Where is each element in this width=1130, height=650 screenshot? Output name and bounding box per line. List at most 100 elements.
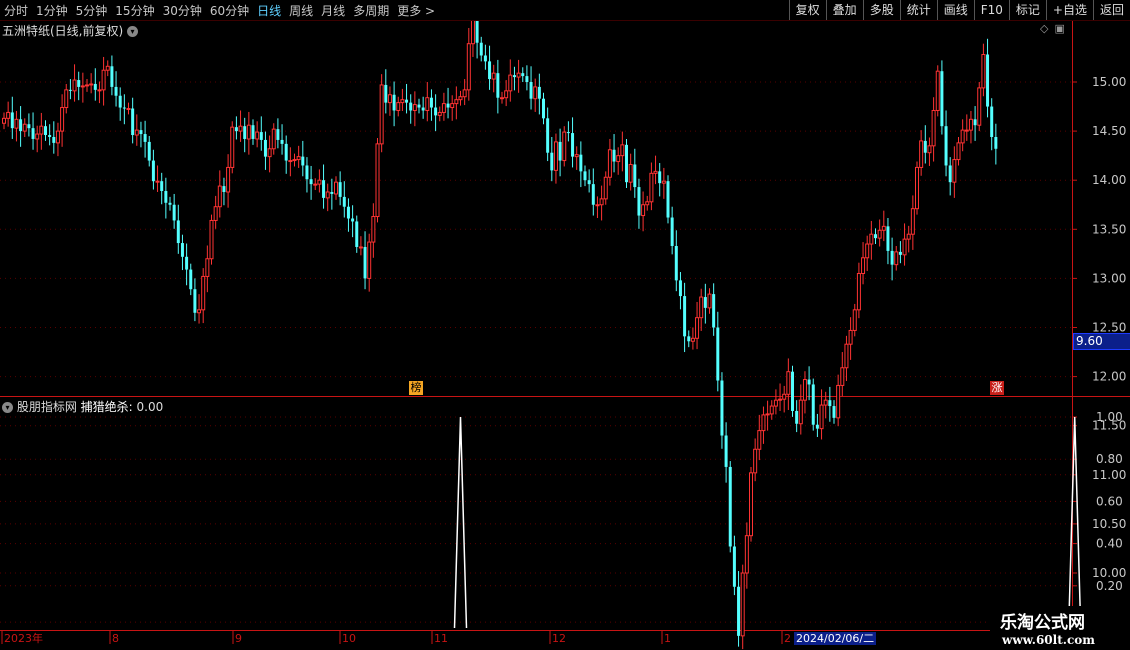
candle-body	[180, 243, 184, 257]
candle-body	[952, 159, 957, 183]
candle-body	[898, 251, 902, 255]
candle-body	[19, 119, 23, 132]
candle-body	[68, 89, 72, 91]
candle-body	[587, 180, 591, 185]
candle-body	[52, 136, 56, 143]
period-tab-1[interactable]: 1分钟	[32, 2, 72, 19]
stock-title: 五洲特纸(日线,前复权)	[2, 24, 124, 38]
chevron-down-icon[interactable]: ▾	[2, 402, 13, 413]
candle-body	[6, 111, 11, 119]
candle-body	[625, 144, 628, 183]
period-tab-3[interactable]: 15分钟	[111, 2, 158, 19]
toolbar-button-1[interactable]: 叠加	[825, 0, 863, 20]
candle-body	[441, 103, 446, 113]
candle-body	[807, 379, 811, 385]
indicator-value: 0.00	[136, 400, 164, 414]
candle-body	[765, 413, 770, 416]
candle-body	[653, 170, 658, 174]
period-tab-4[interactable]: 30分钟	[159, 2, 206, 19]
indicator-tick-label: 1.00	[1096, 410, 1123, 424]
diamond-icon[interactable]: ◇	[1040, 22, 1048, 35]
rise-badge[interactable]: 涨	[990, 381, 1004, 395]
candle-body	[595, 204, 600, 207]
toolbar-button-8[interactable]: 返回	[1092, 0, 1130, 20]
indicator-source: 股朋指标网	[16, 400, 77, 414]
period-tab-7[interactable]: 周线	[285, 2, 317, 19]
signal-spike	[1067, 416, 1082, 629]
toolbar-button-5[interactable]: F10	[973, 0, 1009, 20]
indicator-chart	[453, 416, 1082, 629]
candle-body	[574, 154, 579, 158]
candle-body	[189, 269, 193, 290]
candle-body	[516, 72, 521, 78]
watermark-url: www.60lt.com	[1002, 633, 1095, 647]
candle-body	[894, 251, 899, 266]
candle-body	[466, 43, 471, 91]
candle-body	[334, 181, 338, 195]
candle-body	[434, 107, 438, 116]
candle-body	[716, 327, 720, 381]
toolbar-button-6[interactable]: 标记	[1008, 0, 1046, 20]
rank-badge[interactable]: 榜	[409, 381, 423, 395]
candle-body	[553, 141, 558, 171]
toolbar-button-7[interactable]: +自选	[1045, 0, 1093, 20]
candle-body	[732, 546, 736, 587]
candle-body	[628, 163, 633, 183]
candle-body	[902, 238, 907, 256]
price-axis: 15.0014.5014.0013.5013.0012.5012.0011.50…	[1072, 75, 1126, 629]
candle-body	[645, 201, 650, 206]
period-tab-9[interactable]: 多周期	[349, 2, 393, 19]
price-tick-label: 12.00	[1092, 370, 1126, 384]
current-price-tag: 9.60	[1073, 333, 1130, 350]
toolbar-button-2[interactable]: 多股	[862, 0, 900, 20]
toolbar-button-0[interactable]: 复权	[788, 0, 826, 20]
candle-body	[458, 96, 463, 101]
candle-body	[994, 136, 998, 149]
period-tab-0[interactable]: 分时	[0, 2, 32, 19]
candle-body	[80, 85, 85, 88]
candle-body	[968, 118, 973, 131]
period-tab-2[interactable]: 5分钟	[72, 2, 112, 19]
candle-body	[695, 317, 700, 339]
candle-body	[338, 182, 342, 197]
candle-body	[973, 119, 977, 126]
candle-body	[508, 74, 513, 92]
candle-body	[197, 309, 202, 314]
window-icon[interactable]: ▣	[1054, 22, 1064, 35]
toolbar: 分时 1分钟 5分钟 15分钟 30分钟 60分钟 日线 周线 月线 多周期 更多 > 复权 叠加 多股…	[0, 0, 1130, 21]
candle-body	[405, 99, 409, 103]
candle-body	[193, 289, 197, 313]
candle-body	[454, 99, 459, 105]
candle-body	[118, 95, 122, 108]
time-label: 8	[112, 632, 119, 645]
candle-body	[811, 384, 815, 425]
period-tab-5[interactable]: 60分钟	[206, 2, 253, 19]
chevron-down-icon[interactable]: ▾	[127, 26, 139, 37]
candle-body	[542, 98, 545, 119]
candle-body	[110, 66, 114, 87]
kline-chart[interactable]: 15.879.03 15.0014.5014.0013.5013.0012.50…	[0, 0, 1130, 650]
candle-body	[986, 54, 990, 107]
candle-body	[31, 128, 35, 139]
candle-body	[396, 102, 401, 111]
toolbar-button-3[interactable]: 统计	[899, 0, 937, 20]
candle-body	[881, 225, 886, 231]
candle-body	[940, 71, 944, 127]
candle-body	[869, 233, 874, 245]
price-tick-label: 14.00	[1092, 173, 1126, 187]
period-tab-10[interactable]: 更多 >	[393, 2, 439, 19]
period-tab-8[interactable]: 月线	[317, 2, 349, 19]
candle-body	[852, 309, 857, 331]
period-tab-6[interactable]: 日线	[253, 2, 285, 19]
candle-body	[217, 185, 222, 208]
candle-body	[22, 123, 27, 132]
candle-body	[757, 430, 762, 450]
candle-body	[301, 156, 305, 166]
candle-body	[176, 220, 180, 244]
candle-body	[923, 140, 927, 153]
candle-body	[874, 234, 877, 239]
candle-body	[915, 166, 919, 210]
candle-body	[683, 296, 687, 337]
candle-body	[546, 118, 550, 153]
toolbar-button-4[interactable]: 画线	[936, 0, 974, 20]
